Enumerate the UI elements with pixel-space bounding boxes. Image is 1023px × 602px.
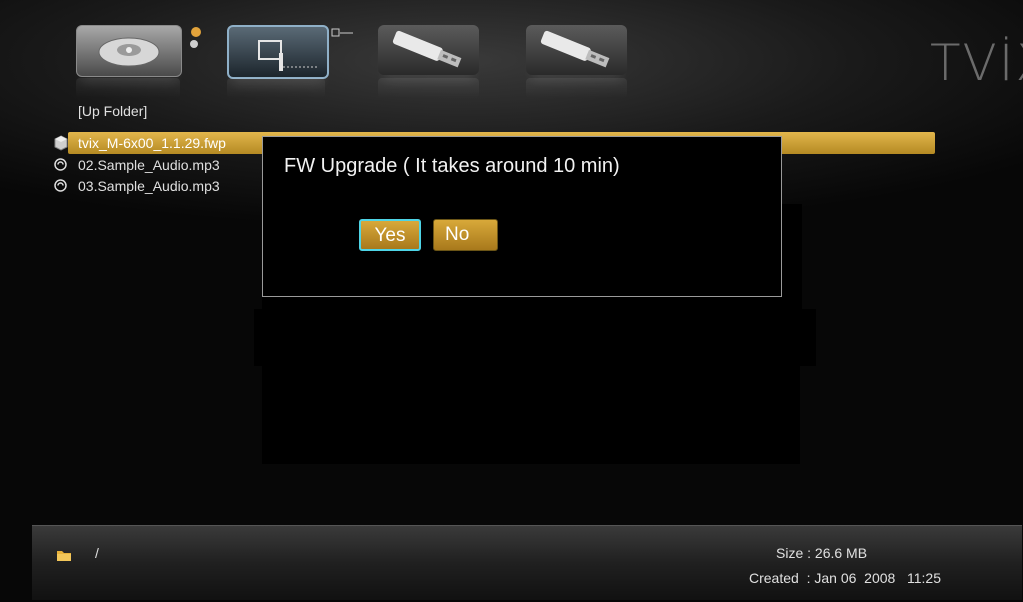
status-bar: / Size : 26.6 MB Created : Jan 06 2008 1… [32, 525, 1022, 600]
usb-plug-icon [540, 30, 610, 68]
no-button[interactable]: No [433, 219, 498, 251]
screen: TVİX [Up Folder] tvix_M-6x00_1.1.29.fwp … [0, 0, 1023, 602]
folder-icon [57, 551, 71, 561]
usb-plug-icon [392, 30, 462, 68]
fw-upgrade-dialog: FW Upgrade ( It takes around 10 min) Yes… [262, 136, 782, 297]
tab-reflection [526, 78, 627, 98]
network-link-icon [331, 28, 353, 37]
network-device-tab[interactable] [227, 25, 329, 79]
firmware-cube-icon [54, 135, 68, 151]
dialog-title: FW Upgrade ( It takes around 10 min) [284, 155, 620, 177]
storage-status-icon [190, 27, 201, 48]
audio-disc-icon [54, 179, 67, 192]
file-item-label: 03.Sample_Audio.mp3 [78, 178, 220, 194]
brand-logo: TVİX [930, 34, 1023, 92]
tab-reflection [76, 78, 180, 98]
up-folder-label: [Up Folder] [78, 103, 148, 119]
audio-disc-icon [54, 158, 67, 171]
tab-reflection [378, 78, 479, 98]
network-pc-icon [258, 40, 319, 71]
file-size: Size : 26.6 MB [776, 545, 868, 561]
file-item-label: tvix_M-6x00_1.1.29.fwp [78, 135, 226, 151]
file-created-date: Created : Jan 06 2008 11:25 [749, 570, 941, 586]
usb-device-tab-2[interactable] [526, 25, 627, 75]
overlay-panel [254, 309, 816, 366]
hdd-device-tab[interactable] [76, 25, 182, 77]
yes-button[interactable]: Yes [359, 219, 421, 251]
usb-device-tab-1[interactable] [378, 25, 479, 75]
overlay-panel [262, 366, 800, 464]
hard-drive-icon [98, 37, 160, 67]
device-bar: TVİX [0, 0, 1023, 110]
tab-reflection [227, 78, 325, 98]
current-path: / [95, 545, 99, 561]
file-item-label: 02.Sample_Audio.mp3 [78, 157, 220, 173]
